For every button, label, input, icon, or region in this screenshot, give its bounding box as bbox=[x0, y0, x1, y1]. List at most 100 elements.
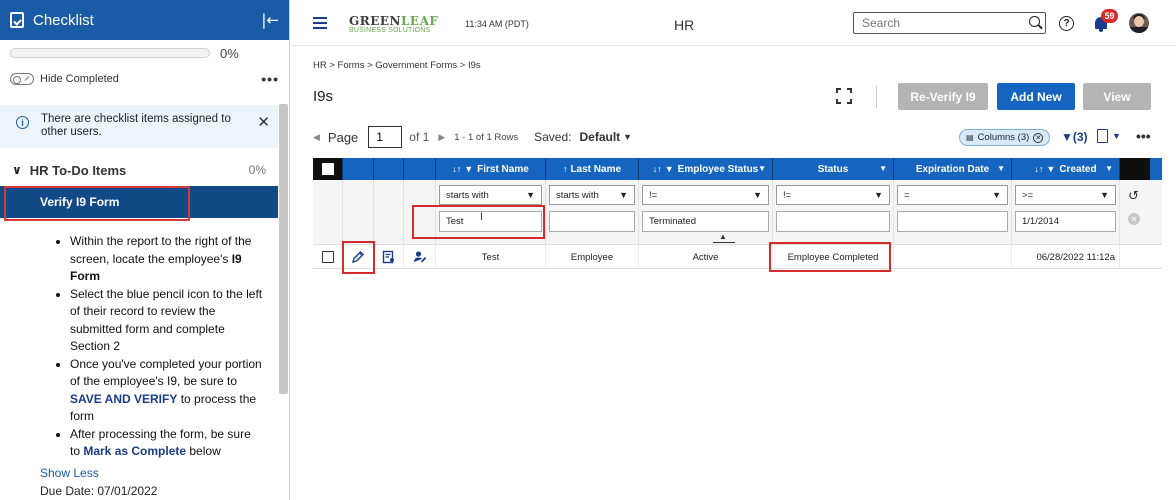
header-last-name[interactable]: ↑ Last Name bbox=[546, 158, 639, 180]
sidebar-header: Checklist |← bbox=[0, 0, 289, 40]
created-filter-operator[interactable]: >= ▼ bbox=[1015, 185, 1116, 205]
cell-last-name: Employee bbox=[546, 245, 639, 269]
chevron-down-icon[interactable]: ▼ bbox=[623, 132, 632, 142]
employee-status-filter-operator[interactable]: != ▼ bbox=[642, 185, 769, 205]
collapse-sidebar-icon[interactable]: |← bbox=[261, 11, 279, 29]
search-icon[interactable] bbox=[1029, 16, 1040, 27]
grid-filter-row: starts with ▼ Test I starts with ▼ != ▼ Ter… bbox=[313, 180, 1162, 245]
instruction-list: Within the report to the right of the sc… bbox=[52, 233, 264, 461]
next-page-icon[interactable]: ▶ bbox=[438, 132, 445, 143]
filter-icon: ▼ bbox=[1046, 164, 1056, 174]
add-new-button[interactable]: Add New bbox=[997, 83, 1075, 110]
header-user-col bbox=[404, 158, 436, 180]
last-name-filter-operator[interactable]: starts with ▼ bbox=[549, 185, 635, 205]
header-tools-col bbox=[1120, 158, 1150, 180]
reverify-i9-button[interactable]: Re-Verify I9 bbox=[898, 83, 988, 110]
due-date: Due Date: 07/01/2022 bbox=[40, 484, 158, 498]
top-bar: GREENLEAF BUSINESS SOLUTIONS 11:34 AM (P… bbox=[291, 0, 1176, 46]
filter-funnel-icon: ▼ bbox=[1061, 130, 1073, 144]
progress-percent: 0% bbox=[220, 45, 239, 61]
chevron-down-icon[interactable]: ▼ bbox=[997, 164, 1005, 173]
chevron-down-icon[interactable]: ▼ bbox=[1112, 131, 1121, 141]
view-button[interactable]: View bbox=[1083, 83, 1151, 110]
resize-handle-icon[interactable]: ▲ bbox=[719, 233, 727, 241]
highlight-box bbox=[769, 242, 891, 272]
cell-employee-status: Active bbox=[639, 245, 773, 269]
cell-created: 06/28/2022 11:12a bbox=[1012, 245, 1120, 269]
highlight-box bbox=[412, 205, 545, 239]
sidebar-more-icon[interactable]: ••• bbox=[261, 71, 279, 87]
sidebar-title: Checklist bbox=[33, 11, 94, 29]
more-options-icon[interactable]: ••• bbox=[1136, 128, 1151, 144]
clear-columns-icon[interactable]: ✕ bbox=[1033, 132, 1044, 143]
user-avatar[interactable] bbox=[1129, 13, 1149, 33]
status-filter-operator[interactable]: != ▼ bbox=[776, 185, 890, 205]
page-label: Page bbox=[327, 129, 359, 145]
instruction-item: Within the report to the right of the sc… bbox=[70, 233, 264, 286]
chevron-down-icon[interactable]: ▼ bbox=[879, 164, 887, 173]
checklist-progress: 0% bbox=[0, 40, 289, 62]
header-first-name[interactable]: ↓↑ ▼ First Name bbox=[436, 158, 546, 180]
view-form-icon[interactable] bbox=[382, 250, 396, 264]
select-all-cell bbox=[313, 158, 343, 180]
first-name-filter-operator[interactable]: starts with ▼ bbox=[439, 185, 542, 205]
row-checkbox[interactable] bbox=[321, 251, 334, 263]
filter-icon: ▼ bbox=[664, 164, 674, 174]
close-banner-icon[interactable]: ✕ bbox=[257, 113, 270, 131]
table-row[interactable]: Test Employee Active Employee Completed … bbox=[313, 241, 1162, 274]
todo-section-percent: 0% bbox=[248, 163, 266, 177]
page-of-label: of 1 bbox=[409, 130, 430, 144]
header-expiration-date[interactable]: Expiration Date ▼ bbox=[894, 158, 1012, 180]
columns-chip-label: Columns (3) bbox=[977, 132, 1030, 143]
current-time: 11:34 AM (PDT) bbox=[465, 19, 529, 29]
columns-chip[interactable]: ▤ Columns (3) ✕ bbox=[959, 129, 1051, 146]
rows-count-label: 1 - 1 of 1 Rows bbox=[454, 131, 519, 143]
breadcrumb[interactable]: HR > Forms > Government Forms > I9s bbox=[313, 60, 481, 71]
created-filter-input[interactable]: 1/1/2014 bbox=[1015, 211, 1116, 232]
instruction-item: Once you've completed your portion of th… bbox=[70, 356, 264, 426]
i9-grid: ↓↑ ▼ First Name ↑ Last Name ↓↑ ▼ Employee Sta… bbox=[313, 158, 1162, 274]
hide-completed-label: Hide Completed bbox=[40, 73, 119, 85]
clear-filters-icon[interactable]: ✕ bbox=[1128, 213, 1140, 225]
fullscreen-expand-icon[interactable] bbox=[836, 88, 852, 104]
prev-page-icon[interactable]: ◀ bbox=[313, 132, 320, 143]
help-icon[interactable]: ? bbox=[1059, 16, 1074, 31]
last-name-filter-input[interactable] bbox=[549, 211, 635, 232]
employee-status-filter-input[interactable]: Terminated bbox=[642, 211, 769, 232]
chevron-down-icon[interactable]: ▼ bbox=[1105, 164, 1113, 173]
search-input[interactable] bbox=[853, 12, 1046, 34]
export-document-icon[interactable] bbox=[1097, 129, 1108, 143]
select-all-checkbox[interactable] bbox=[321, 163, 334, 175]
filter-count-indicator[interactable]: ▼(3) bbox=[1061, 130, 1088, 144]
checklist-item-verify-i9[interactable]: Verify I9 Form bbox=[0, 186, 278, 221]
saved-view-label: Saved: bbox=[534, 130, 572, 144]
user-edit-icon[interactable] bbox=[413, 250, 427, 264]
expiration-date-filter-input[interactable] bbox=[897, 211, 1008, 232]
todo-section-header[interactable]: ∨ HR To-Do Items 0% bbox=[0, 160, 278, 180]
page-number-input[interactable] bbox=[368, 126, 403, 148]
sidebar-scrollbar[interactable] bbox=[279, 100, 289, 400]
toolbar-divider bbox=[876, 86, 877, 108]
page-title: I9s bbox=[313, 88, 334, 105]
progress-bar bbox=[10, 48, 210, 58]
saved-view-dropdown[interactable]: Default bbox=[579, 130, 620, 144]
company-logo: GREENLEAF BUSINESS SOLUTIONS bbox=[349, 14, 439, 34]
hamburger-menu-icon[interactable] bbox=[313, 17, 327, 32]
todo-section-title: HR To-Do Items bbox=[29, 162, 127, 178]
hide-completed-toggle[interactable] bbox=[10, 73, 34, 85]
reset-filters-icon[interactable]: ↺ bbox=[1128, 188, 1139, 204]
chevron-down-icon[interactable]: ▼ bbox=[758, 164, 766, 173]
header-created[interactable]: ↓↑ ▼ Created ▼ bbox=[1012, 158, 1120, 180]
highlight-box bbox=[4, 186, 190, 221]
header-employee-status[interactable]: ↓↑ ▼ Employee Status ▼ bbox=[639, 158, 773, 180]
chevron-down-icon: ∨ bbox=[12, 163, 22, 177]
pager: ◀ Page of 1 ▶ 1 - 1 of 1 Rows Saved: Def… bbox=[313, 126, 632, 148]
info-banner: i There are checklist items assigned to … bbox=[0, 106, 278, 148]
show-less-link[interactable]: Show Less bbox=[40, 466, 99, 480]
checklist-doc-icon bbox=[10, 12, 24, 28]
hide-completed-row: Hide Completed ••• bbox=[0, 65, 289, 93]
status-filter-input[interactable] bbox=[776, 211, 890, 232]
info-icon: i bbox=[16, 116, 29, 129]
expiration-date-filter-operator[interactable]: = ▼ bbox=[897, 185, 1008, 205]
header-status[interactable]: Status ▼ bbox=[773, 158, 894, 180]
